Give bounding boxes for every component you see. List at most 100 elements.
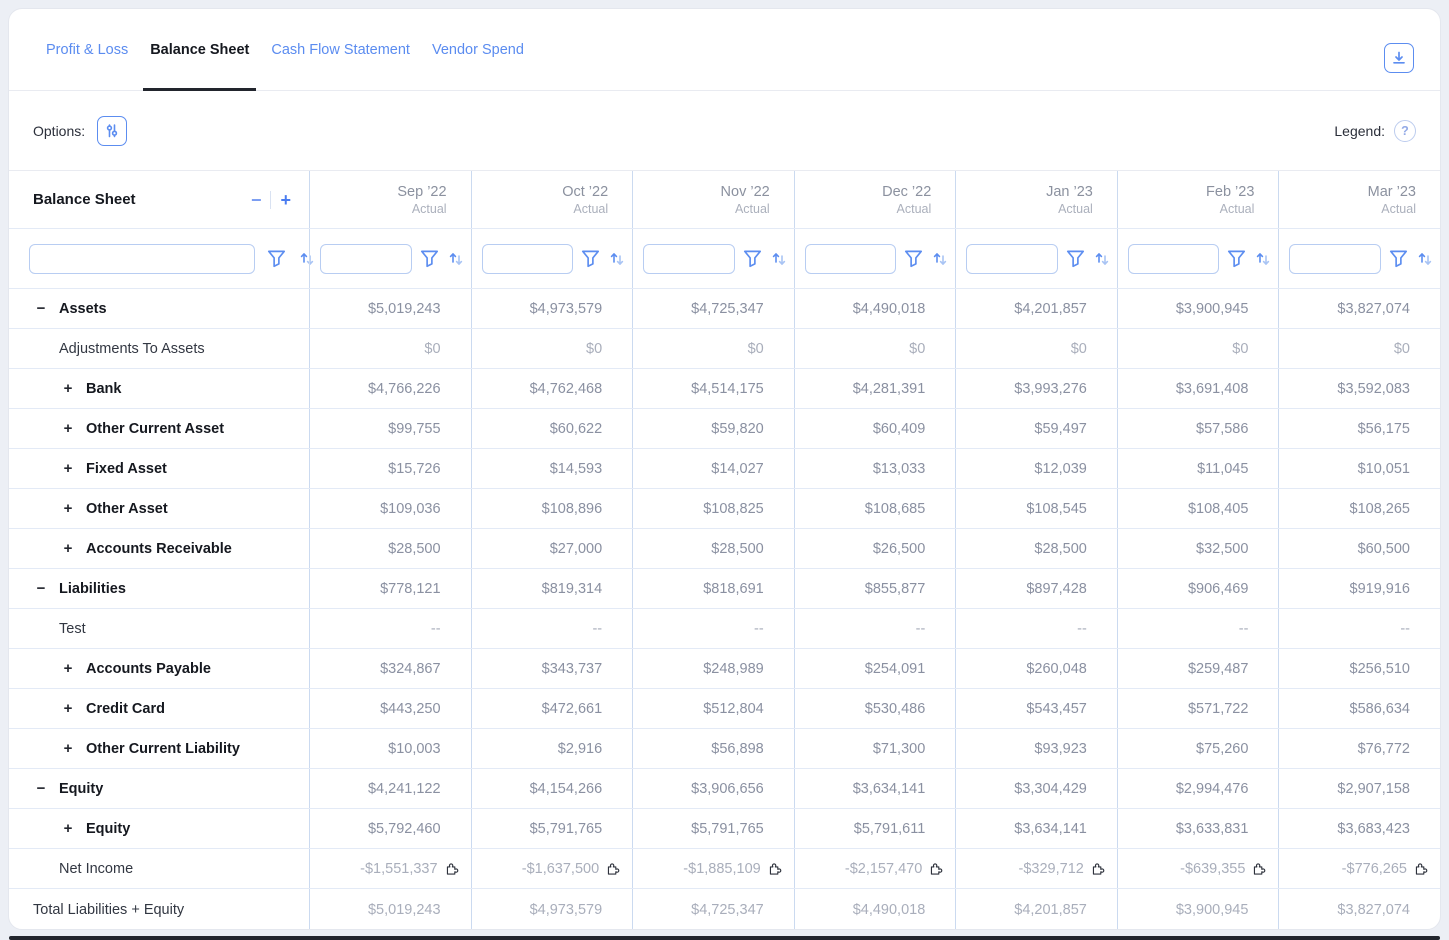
value-cell: $3,304,429 bbox=[955, 769, 1117, 808]
expand-row-icon[interactable]: + bbox=[60, 821, 76, 836]
cell-value: $4,154,266 bbox=[530, 781, 603, 797]
sort-arrows-icon[interactable] bbox=[608, 250, 626, 268]
cell-value: $108,405 bbox=[1188, 501, 1248, 517]
expand-row-icon[interactable]: + bbox=[60, 381, 76, 396]
expand-row-icon[interactable]: + bbox=[60, 741, 76, 756]
column-filter-cell bbox=[1278, 229, 1440, 288]
puzzle-icon[interactable] bbox=[1252, 862, 1266, 876]
value-cell: $3,634,141 bbox=[794, 769, 956, 808]
column-month-label: Nov ’22 bbox=[721, 184, 770, 200]
filter-funnel-icon[interactable] bbox=[904, 249, 923, 268]
cell-value: $4,490,018 bbox=[853, 301, 926, 317]
question-circle-icon[interactable]: ? bbox=[1394, 120, 1416, 142]
cell-value: $0 bbox=[1071, 341, 1087, 357]
value-cell: $0 bbox=[1278, 329, 1440, 368]
column-filter-input[interactable] bbox=[482, 244, 574, 274]
divider bbox=[270, 191, 271, 209]
value-cell: $32,500 bbox=[1117, 529, 1279, 568]
options-button[interactable] bbox=[97, 116, 127, 146]
cell-value: $2,916 bbox=[558, 741, 602, 757]
cell-value: $108,896 bbox=[542, 501, 602, 517]
column-filter-input[interactable] bbox=[805, 244, 897, 274]
row-filter-input[interactable] bbox=[29, 244, 255, 274]
tab-cash-flow-statement[interactable]: Cash Flow Statement bbox=[264, 9, 417, 90]
download-button[interactable] bbox=[1384, 43, 1414, 73]
expand-row-icon[interactable]: + bbox=[60, 461, 76, 476]
expand-row-icon[interactable]: + bbox=[60, 701, 76, 716]
cell-value: $60,622 bbox=[550, 421, 602, 437]
column-filter-input[interactable] bbox=[320, 244, 412, 274]
collapse-row-icon[interactable]: − bbox=[33, 301, 49, 316]
value-cell: $0 bbox=[471, 329, 633, 368]
cell-value: $28,500 bbox=[388, 541, 440, 557]
collapse-all-button[interactable]: − bbox=[251, 191, 262, 209]
sort-arrows-icon[interactable] bbox=[1254, 250, 1272, 268]
column-filter-input[interactable] bbox=[1289, 244, 1381, 274]
cell-value: $4,973,579 bbox=[530, 902, 603, 918]
sort-arrows-icon[interactable] bbox=[931, 250, 949, 268]
column-month-label: Mar ’23 bbox=[1368, 184, 1416, 200]
puzzle-icon[interactable] bbox=[606, 862, 620, 876]
cell-value: $4,490,018 bbox=[853, 902, 926, 918]
value-cell: $3,827,074 bbox=[1278, 289, 1440, 328]
cell-value: $4,241,122 bbox=[368, 781, 441, 797]
filter-funnel-icon[interactable] bbox=[1227, 249, 1246, 268]
column-scenario-label: Actual bbox=[1220, 202, 1255, 216]
cell-value: $93,923 bbox=[1034, 741, 1086, 757]
puzzle-icon[interactable] bbox=[1091, 862, 1105, 876]
collapse-row-icon[interactable]: − bbox=[33, 781, 49, 796]
expand-row-icon[interactable]: + bbox=[60, 501, 76, 516]
filter-funnel-icon[interactable] bbox=[420, 249, 439, 268]
sort-arrows-icon[interactable] bbox=[447, 250, 465, 268]
value-cell: $57,586 bbox=[1117, 409, 1279, 448]
expand-row-icon[interactable]: + bbox=[60, 541, 76, 556]
value-cell: $5,791,765 bbox=[632, 809, 794, 848]
puzzle-icon[interactable] bbox=[1414, 862, 1428, 876]
value-cell: $60,409 bbox=[794, 409, 956, 448]
puzzle-icon[interactable] bbox=[445, 862, 459, 876]
expand-row-icon[interactable]: + bbox=[60, 661, 76, 676]
column-filter-input[interactable] bbox=[1128, 244, 1220, 274]
column-filter-input[interactable] bbox=[966, 244, 1058, 274]
tab-profit-and-loss[interactable]: Profit & Loss bbox=[39, 9, 135, 90]
filter-funnel-icon[interactable] bbox=[267, 249, 286, 268]
row-label-cell: Total Liabilities + Equity bbox=[9, 889, 309, 930]
value-cell: $855,877 bbox=[794, 569, 956, 608]
filter-funnel-icon[interactable] bbox=[743, 249, 762, 268]
sort-arrows-icon[interactable] bbox=[770, 250, 788, 268]
puzzle-icon[interactable] bbox=[929, 862, 943, 876]
filter-funnel-icon[interactable] bbox=[581, 249, 600, 268]
value-cell: $4,766,226 bbox=[309, 369, 471, 408]
row-label: Adjustments To Assets bbox=[59, 341, 205, 357]
cell-value: $4,762,468 bbox=[530, 381, 603, 397]
cell-value: $108,265 bbox=[1350, 501, 1410, 517]
value-cell: $76,772 bbox=[1278, 729, 1440, 768]
column-scenario-label: Actual bbox=[897, 202, 932, 216]
sort-arrows-icon[interactable] bbox=[1416, 250, 1434, 268]
sort-arrows-icon[interactable] bbox=[1093, 250, 1111, 268]
column-filter-input[interactable] bbox=[643, 244, 735, 274]
filter-funnel-icon[interactable] bbox=[1066, 249, 1085, 268]
expand-all-button[interactable]: + bbox=[280, 191, 291, 209]
cell-value: -$1,551,337 bbox=[360, 861, 437, 877]
cell-value: $512,804 bbox=[703, 701, 763, 717]
cell-value: $778,121 bbox=[380, 581, 440, 597]
cell-value: $0 bbox=[909, 341, 925, 357]
filter-funnel-icon[interactable] bbox=[1389, 249, 1408, 268]
tab-vendor-spend[interactable]: Vendor Spend bbox=[425, 9, 531, 90]
row-label: Equity bbox=[86, 821, 130, 837]
tab-balance-sheet[interactable]: Balance Sheet bbox=[143, 9, 256, 90]
value-cell: $0 bbox=[1117, 329, 1279, 368]
expand-row-icon[interactable]: + bbox=[60, 421, 76, 436]
download-icon bbox=[1391, 50, 1407, 66]
puzzle-icon[interactable] bbox=[768, 862, 782, 876]
column-header: Mar ’23Actual bbox=[1278, 171, 1440, 228]
value-cell: $343,737 bbox=[471, 649, 633, 688]
value-cell: $14,027 bbox=[632, 449, 794, 488]
cell-value: $28,500 bbox=[1034, 541, 1086, 557]
value-cell: $4,514,175 bbox=[632, 369, 794, 408]
row-label-cell: +Other Asset bbox=[9, 489, 309, 528]
row-label: Bank bbox=[86, 381, 121, 397]
collapse-row-icon[interactable]: − bbox=[33, 581, 49, 596]
column-header: Dec ’22Actual bbox=[794, 171, 956, 228]
